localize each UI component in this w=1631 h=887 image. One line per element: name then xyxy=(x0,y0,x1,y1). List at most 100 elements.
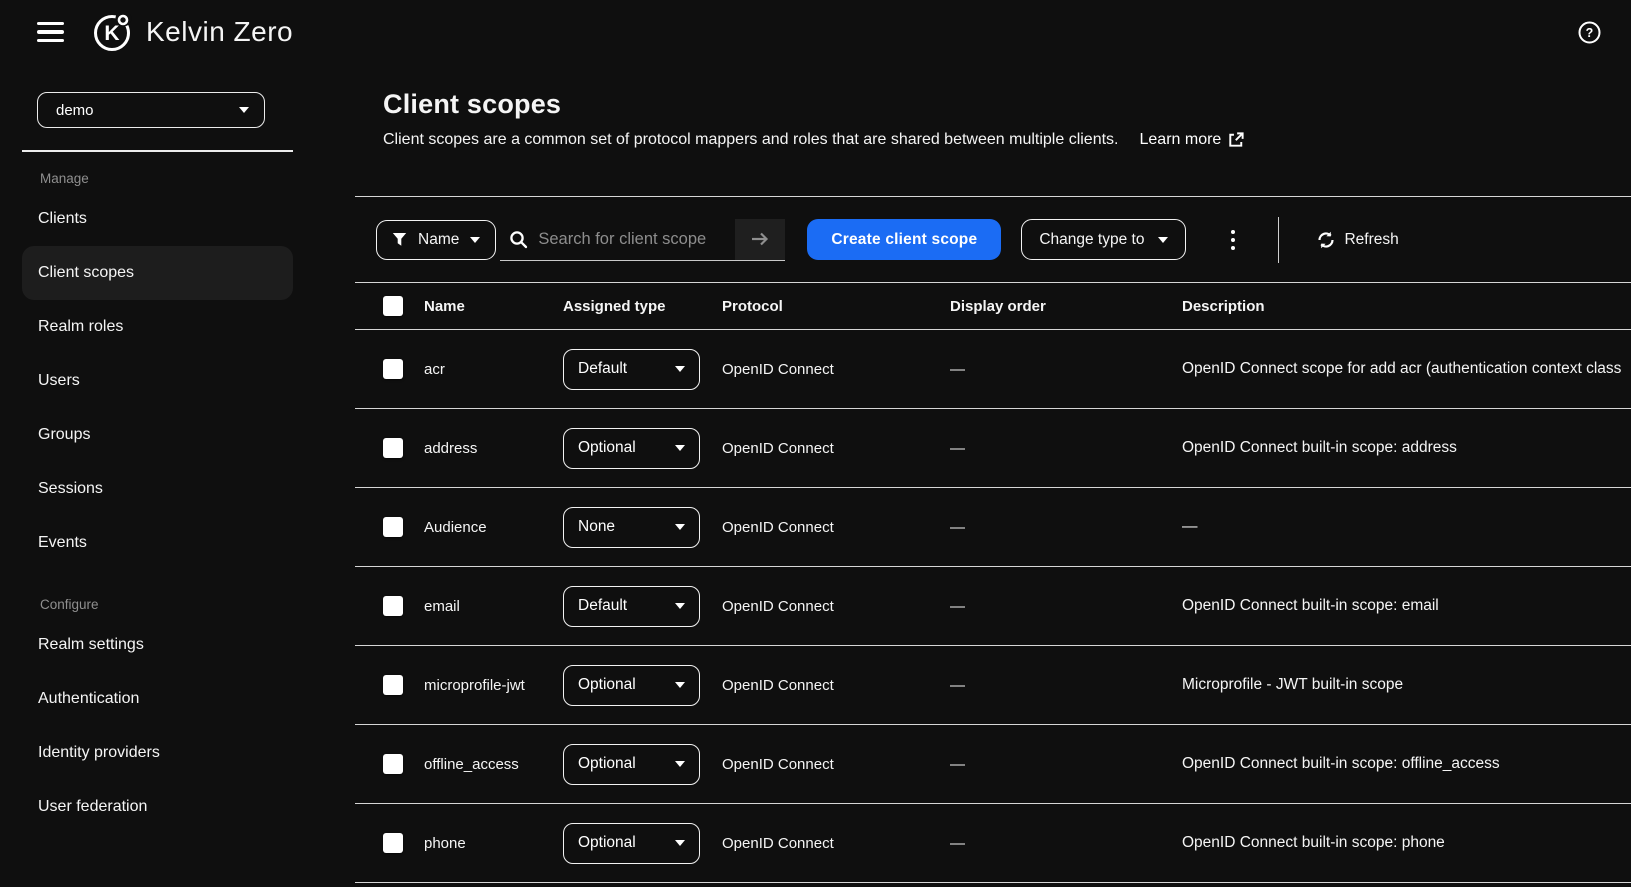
search-icon xyxy=(500,219,528,260)
sidebar-item-authentication[interactable]: Authentication xyxy=(22,672,293,726)
sidebar-item-user-federation[interactable]: User federation xyxy=(22,780,293,834)
assigned-type-dropdown[interactable]: Default xyxy=(563,585,700,627)
sidebar-item-realm-settings[interactable]: Realm settings xyxy=(22,618,293,672)
protocol-value: OpenID Connect xyxy=(722,597,834,615)
sidebar-item-label: Realm roles xyxy=(38,318,124,335)
sidebar-item-label: Clients xyxy=(38,210,87,227)
display-order-value: — xyxy=(950,597,965,615)
sidebar-item-clients[interactable]: Clients xyxy=(22,192,293,246)
sidebar-section-label: Manage xyxy=(40,171,89,186)
description-value: Microprofile - JWT built-in scope xyxy=(1182,676,1404,693)
select-all-checkbox[interactable] xyxy=(383,296,403,316)
assigned-type-dropdown[interactable]: Optional xyxy=(563,822,700,864)
row-checkbox[interactable] xyxy=(383,596,403,616)
client-scope-name[interactable]: phone xyxy=(424,835,563,852)
refresh-icon xyxy=(1318,231,1335,248)
sidebar-item-events[interactable]: Events xyxy=(22,516,293,570)
client-scope-name[interactable]: microprofile-jwt xyxy=(424,677,563,694)
description-value: OpenID Connect scope for add acr (authen… xyxy=(1182,360,1622,377)
search-filter-dropdown[interactable]: Name xyxy=(376,219,497,260)
column-header-description: Description xyxy=(1182,297,1265,315)
search-bar xyxy=(500,218,786,261)
description-value: OpenID Connect built-in scope: phone xyxy=(1182,834,1445,851)
row-checkbox[interactable] xyxy=(383,359,403,379)
protocol-value: OpenID Connect xyxy=(722,360,834,378)
protocol-value: OpenID Connect xyxy=(722,755,834,773)
table-row: acr Default OpenID Connect — OpenID Connect … xyxy=(355,330,1631,409)
toolbar-vertical-divider xyxy=(1278,216,1280,263)
assigned-type-value: Optional xyxy=(578,834,636,851)
sidebar-section-label: Configure xyxy=(40,597,99,612)
sidebar-item-label: User federation xyxy=(38,798,148,815)
protocol-value: OpenID Connect xyxy=(722,518,834,536)
column-header-display-order: Display order xyxy=(950,297,1046,315)
assigned-type-dropdown[interactable]: Optional xyxy=(563,664,700,706)
learn-more-link[interactable]: Learn more xyxy=(1140,131,1245,149)
row-checkbox[interactable] xyxy=(383,754,403,774)
column-header-protocol: Protocol xyxy=(722,297,783,315)
display-order-value: — xyxy=(950,439,965,457)
assigned-type-dropdown[interactable]: None xyxy=(563,506,700,548)
row-checkbox[interactable] xyxy=(383,675,403,695)
assigned-type-dropdown[interactable]: Default xyxy=(563,348,700,390)
assigned-type-value: Default xyxy=(578,360,628,377)
description-value: OpenID Connect built-in scope: email xyxy=(1182,597,1439,614)
table-header-row: Name Assigned type Protocol Display orde… xyxy=(355,283,1631,330)
app-header: K Kelvin Zero ? xyxy=(0,0,1631,64)
table-body: acr Default OpenID Connect — OpenID Connect … xyxy=(355,330,1631,883)
client-scope-name[interactable]: address xyxy=(424,440,563,457)
protocol-value: OpenID Connect xyxy=(722,676,834,694)
help-icon[interactable]: ? xyxy=(1578,21,1601,44)
sidebar-item-label: Realm settings xyxy=(38,636,144,653)
table-row: phone Optional OpenID Connect — OpenID Conne… xyxy=(355,804,1631,883)
assigned-type-dropdown[interactable]: Optional xyxy=(563,427,700,469)
client-scope-name[interactable]: acr xyxy=(424,361,563,378)
row-checkbox[interactable] xyxy=(383,438,403,458)
row-checkbox[interactable] xyxy=(383,833,403,853)
sidebar-item-groups[interactable]: Groups xyxy=(22,408,293,462)
chevron-down-icon xyxy=(675,761,685,767)
assigned-type-value: Default xyxy=(578,597,628,614)
assigned-type-dropdown[interactable]: Optional xyxy=(563,743,700,785)
sidebar: demo Manage Clients Client scopes Realm rol… xyxy=(0,64,320,887)
search-submit-button[interactable] xyxy=(735,218,786,260)
row-checkbox[interactable] xyxy=(383,517,403,537)
sidebar-item-sessions[interactable]: Sessions xyxy=(22,462,293,516)
hamburger-menu-icon[interactable] xyxy=(37,21,64,43)
column-header-name: Name xyxy=(424,297,465,315)
search-input[interactable] xyxy=(528,218,736,260)
client-scope-name[interactable]: email xyxy=(424,598,563,615)
create-client-scope-button[interactable]: Create client scope xyxy=(807,219,1002,260)
client-scope-name[interactable]: Audience xyxy=(424,519,563,536)
svg-text:K: K xyxy=(104,22,119,45)
chevron-down-icon xyxy=(239,107,249,113)
sidebar-item-realm-roles[interactable]: Realm roles xyxy=(22,300,293,354)
refresh-button[interactable]: Refresh xyxy=(1317,231,1399,249)
sidebar-item-label: Client scopes xyxy=(38,264,135,281)
table-row: address Optional OpenID Connect — OpenID Con… xyxy=(355,409,1631,488)
sidebar-item-label: Events xyxy=(38,534,87,551)
sidebar-nav: Manage Clients Client scopes Realm roles Use… xyxy=(0,170,320,834)
display-order-value: — xyxy=(950,676,965,694)
display-order-value: — xyxy=(950,518,965,536)
kebab-menu-icon[interactable] xyxy=(1214,220,1252,260)
toolbar: Name Search for client scope Create clie… xyxy=(355,197,1631,282)
sidebar-item-users[interactable]: Users xyxy=(22,354,293,408)
realm-selector[interactable]: demo xyxy=(37,92,265,128)
description-value: OpenID Connect built-in scope: offline_a… xyxy=(1182,755,1500,772)
column-header-assigned-type: Assigned type xyxy=(563,297,666,315)
sidebar-item-identity-providers[interactable]: Identity providers xyxy=(22,726,293,780)
chevron-down-icon xyxy=(675,366,685,372)
display-order-value: — xyxy=(950,360,965,378)
sidebar-item-client-scopes[interactable]: Client scopes xyxy=(22,246,293,300)
table-row: offline_access Optional OpenID Connect — Ope… xyxy=(355,725,1631,804)
protocol-value: OpenID Connect xyxy=(722,439,834,457)
chevron-down-icon xyxy=(675,445,685,451)
sidebar-item-label: Identity providers xyxy=(38,744,160,761)
page-header: Client scopes Client scopes are a common… xyxy=(355,64,1631,196)
client-scope-name[interactable]: offline_access xyxy=(424,756,563,773)
chevron-down-icon xyxy=(1158,236,1169,243)
sidebar-item-label: Users xyxy=(38,372,80,389)
sidebar-item-label: Authentication xyxy=(38,690,140,707)
change-type-dropdown[interactable]: Change type to xyxy=(1021,219,1187,260)
